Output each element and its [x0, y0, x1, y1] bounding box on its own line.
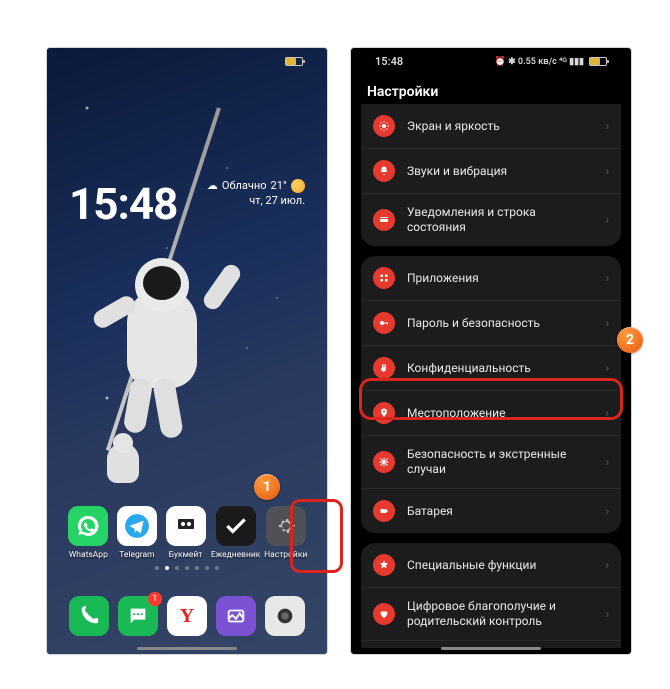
- phone-settings-screen: 15:48 ⏰ ✱ 0.55 ᴋʙ/с ⁴ᴳ ▮▮▮ Настройки Экр…: [350, 47, 632, 655]
- dock-phone[interactable]: [65, 596, 112, 636]
- app-telegram[interactable]: Telegram: [114, 506, 161, 560]
- row-sound[interactable]: Звуки и вибрация ›: [361, 148, 621, 193]
- page-indicator[interactable]: [47, 566, 327, 570]
- clock-widget[interactable]: 15:48: [69, 178, 177, 230]
- heart-icon: [373, 603, 395, 625]
- dock-gallery[interactable]: [213, 596, 260, 636]
- phone-home-screen: 15:48 ⏰ ✱ 0.55 ᴋʙ/с ⁴ᴳ ▮▮▮ 15:48 ☁ Облач…: [46, 47, 328, 655]
- chevron-right-icon: ›: [605, 271, 609, 285]
- notification-icon: [373, 209, 395, 231]
- status-indicators: ⏰ ✱ 0.55 ᴋʙ/с ⁴ᴳ ▮▮▮: [495, 56, 607, 67]
- row-display[interactable]: Экран и яркость ›: [361, 104, 621, 148]
- chevron-right-icon: ›: [605, 455, 609, 469]
- app-whatsapp[interactable]: WhatsApp: [65, 506, 112, 560]
- status-time: 15:48: [375, 55, 403, 68]
- row-security[interactable]: Пароль и безопасность ›: [361, 300, 621, 345]
- app-daily[interactable]: Ежедневник: [211, 506, 261, 560]
- gesture-bar[interactable]: [441, 647, 541, 650]
- gesture-bar[interactable]: [137, 647, 237, 650]
- phone-icon: [69, 596, 109, 636]
- checkmark-icon: [216, 506, 256, 546]
- step-badge-1: 1: [254, 474, 280, 500]
- sun-icon: [373, 115, 395, 137]
- chevron-right-icon: ›: [605, 361, 609, 375]
- row-special[interactable]: Специальные функции ›: [361, 543, 621, 587]
- row-privacy[interactable]: Конфиденциальность ›: [361, 345, 621, 390]
- apps-icon: [373, 267, 395, 289]
- chevron-right-icon: ›: [605, 558, 609, 572]
- step-badge-2: 2: [617, 327, 643, 353]
- weather-widget[interactable]: ☁ Облачно 21° чт, 27 июл.: [207, 178, 305, 209]
- chevron-right-icon: ›: [605, 406, 609, 420]
- wallpaper: [47, 48, 327, 654]
- star-icon: [373, 554, 395, 576]
- battery-icon: [285, 57, 303, 66]
- gallery-icon: [216, 596, 256, 636]
- row-wellbeing[interactable]: Цифровое благополучие и родительский кон…: [361, 587, 621, 640]
- row-location[interactable]: Местоположение ›: [361, 390, 621, 435]
- row-notifications[interactable]: Уведомления и строка состояния ›: [361, 193, 621, 246]
- row-emergency[interactable]: Безопасность и экстренные случаи ›: [361, 435, 621, 488]
- bookmate-icon: [166, 506, 206, 546]
- asterisk-icon: [373, 451, 395, 473]
- app-settings[interactable]: Настройки: [262, 506, 309, 560]
- weather-date: чт, 27 июл.: [207, 193, 305, 208]
- weather-icon: [291, 179, 305, 193]
- page-title: Настройки: [351, 74, 631, 108]
- chevron-right-icon: ›: [605, 504, 609, 518]
- row-apps[interactable]: Приложения ›: [361, 256, 621, 300]
- battery-icon: [373, 500, 395, 522]
- telegram-icon: [117, 506, 157, 546]
- dock: 1 Y: [47, 596, 327, 636]
- battery-icon: [589, 57, 607, 66]
- key-icon: [373, 312, 395, 334]
- message-icon: 1: [118, 596, 158, 636]
- chevron-right-icon: ›: [605, 213, 609, 227]
- dock-messages[interactable]: 1: [114, 596, 161, 636]
- chevron-right-icon: ›: [605, 164, 609, 178]
- bell-icon: [373, 160, 395, 182]
- settings-list[interactable]: Экран и яркость › Звуки и вибрация › Уве…: [351, 104, 631, 648]
- dock-yandex[interactable]: Y: [163, 596, 210, 636]
- chevron-right-icon: ›: [605, 316, 609, 330]
- app-bookmate[interactable]: Букмейт: [162, 506, 209, 560]
- app-row: WhatsApp Telegram Букмейт Ежедневник Нас…: [47, 506, 327, 560]
- badge: 1: [148, 592, 162, 606]
- astronaut-illustration: [97, 248, 237, 448]
- yandex-icon: Y: [167, 596, 207, 636]
- whatsapp-icon: [68, 506, 108, 546]
- hand-icon: [373, 357, 395, 379]
- dock-camera[interactable]: [262, 596, 309, 636]
- camera-icon: [265, 596, 305, 636]
- gear-icon: [266, 506, 306, 546]
- status-bar: 15:48 ⏰ ✱ 0.55 ᴋʙ/с ⁴ᴳ ▮▮▮: [351, 48, 631, 74]
- chevron-right-icon: ›: [605, 607, 609, 621]
- chevron-right-icon: ›: [605, 119, 609, 133]
- small-astronaut-illustration: [107, 443, 139, 483]
- row-battery[interactable]: Батарея ›: [361, 488, 621, 533]
- location-icon: [373, 402, 395, 424]
